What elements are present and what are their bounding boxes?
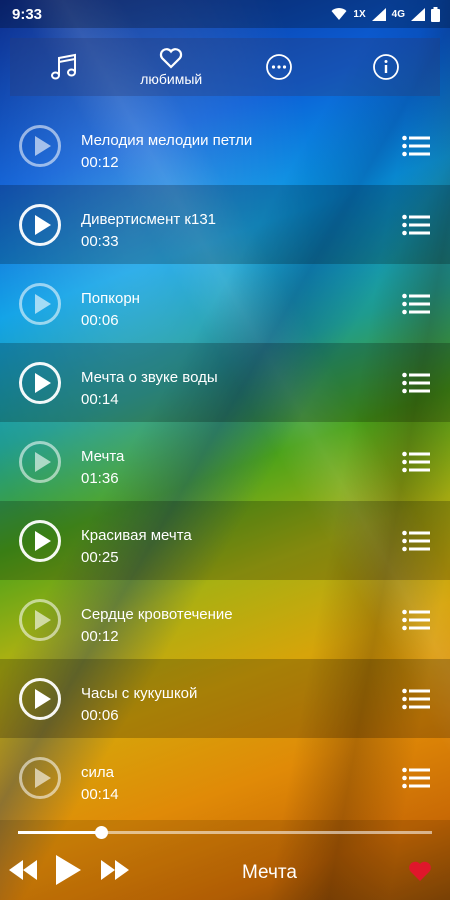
track-row[interactable]: Красивая мечта 00:25: [0, 501, 450, 580]
play-circle-icon[interactable]: [19, 203, 61, 246]
seek-progress: [18, 831, 101, 834]
tab-favorites-label: любимый: [140, 71, 203, 87]
top-tab-bar: любимый: [10, 38, 440, 96]
play-circle-icon[interactable]: [19, 282, 61, 325]
track-duration: 00:33: [81, 233, 119, 250]
network-type: 4G: [391, 8, 405, 20]
list-menu-icon[interactable]: [402, 293, 430, 315]
signal-icon-2: [411, 7, 425, 21]
info-icon: [373, 54, 400, 80]
battery-icon: [431, 6, 440, 22]
list-menu-icon[interactable]: [402, 214, 430, 236]
list-menu-icon[interactable]: [402, 609, 430, 631]
list-menu-icon[interactable]: [402, 767, 430, 789]
track-text: Сердце кровотечение 00:12: [81, 606, 233, 646]
network-badge: 1X: [353, 8, 366, 20]
track-duration: 00:12: [81, 628, 119, 645]
music-note-icon: [50, 53, 76, 80]
play-circle-icon[interactable]: [19, 598, 61, 641]
signal-icon: [371, 7, 386, 21]
track-title: Красивая мечта: [81, 527, 192, 544]
seek-bar[interactable]: [18, 826, 432, 839]
list-menu-icon[interactable]: [402, 135, 430, 157]
list-menu-icon[interactable]: [402, 451, 430, 473]
track-text: Мечта о звуке воды 00:14: [81, 369, 218, 409]
status-icons: 1X 4G: [331, 6, 440, 22]
track-duration: 00:14: [81, 391, 119, 408]
track-text: Мечта 01:36: [81, 448, 124, 488]
status-bar: 9:33 1X 4G: [0, 0, 450, 28]
play-circle-icon[interactable]: [19, 677, 61, 720]
rewind-icon[interactable]: [8, 858, 38, 882]
favorite-heart-icon[interactable]: [408, 860, 432, 882]
track-row[interactable]: Попкорн 00:06: [0, 264, 450, 343]
list-menu-icon[interactable]: [402, 372, 430, 394]
status-time: 9:33: [12, 5, 43, 23]
play-circle-icon[interactable]: [19, 440, 61, 483]
track-text: Мелодия мелодии петли 00:12: [81, 132, 252, 172]
track-row[interactable]: сила 00:14: [0, 738, 450, 817]
track-text: Попкорн 00:06: [81, 290, 140, 330]
track-duration: 01:36: [81, 470, 119, 487]
play-icon[interactable]: [54, 854, 82, 886]
track-text: Часы с кукушкой 00:06: [81, 685, 197, 725]
play-circle-icon[interactable]: [19, 361, 61, 404]
track-duration: 00:14: [81, 786, 119, 803]
now-playing-title: Мечта: [242, 862, 297, 883]
track-duration: 00:12: [81, 154, 119, 171]
track-duration: 00:25: [81, 549, 119, 566]
track-title: Мелодия мелодии петли: [81, 132, 253, 149]
track-row[interactable]: Сердце кровотечение 00:12: [0, 580, 450, 659]
track-list: Мелодия мелодии петли 00:12 Дивертисмент…: [0, 106, 450, 817]
track-row[interactable]: Мечта 01:36: [0, 422, 450, 501]
tab-more[interactable]: [229, 38, 329, 96]
list-menu-icon[interactable]: [402, 530, 430, 552]
mini-player: Мечта: [0, 820, 450, 900]
track-text: сила 00:14: [81, 764, 119, 804]
wifi-icon: [331, 7, 347, 20]
track-row[interactable]: Мечта о звуке воды 00:14: [0, 343, 450, 422]
track-title: Попкорн: [81, 290, 140, 307]
seek-thumb[interactable]: [94, 826, 108, 839]
play-circle-icon[interactable]: [19, 124, 61, 167]
track-text: Красивая мечта 00:25: [81, 527, 192, 567]
heart-outline-icon: [160, 48, 183, 69]
list-menu-icon[interactable]: [402, 688, 430, 710]
track-text: Дивертисмент к131 00:33: [81, 211, 216, 251]
track-title: Мечта о звуке воды: [81, 369, 218, 386]
tab-info[interactable]: [336, 38, 436, 96]
play-circle-icon[interactable]: [19, 756, 61, 799]
track-row[interactable]: Дивертисмент к131 00:33: [0, 185, 450, 264]
track-row[interactable]: Мелодия мелодии петли 00:12: [0, 106, 450, 185]
play-circle-icon[interactable]: [19, 519, 61, 562]
tab-music[interactable]: [14, 38, 114, 96]
tab-favorites[interactable]: любимый: [121, 38, 221, 96]
track-title: Дивертисмент к131: [81, 211, 217, 228]
track-title: Сердце кровотечение: [81, 606, 233, 623]
track-row[interactable]: Часы с кукушкой 00:06: [0, 659, 450, 738]
track-duration: 00:06: [81, 707, 119, 724]
fast-forward-icon[interactable]: [100, 858, 130, 882]
track-title: сила: [81, 764, 114, 781]
track-title: Мечта: [81, 448, 125, 465]
more-icon: [265, 54, 292, 80]
track-title: Часы с кукушкой: [81, 685, 198, 702]
track-duration: 00:06: [81, 312, 119, 329]
